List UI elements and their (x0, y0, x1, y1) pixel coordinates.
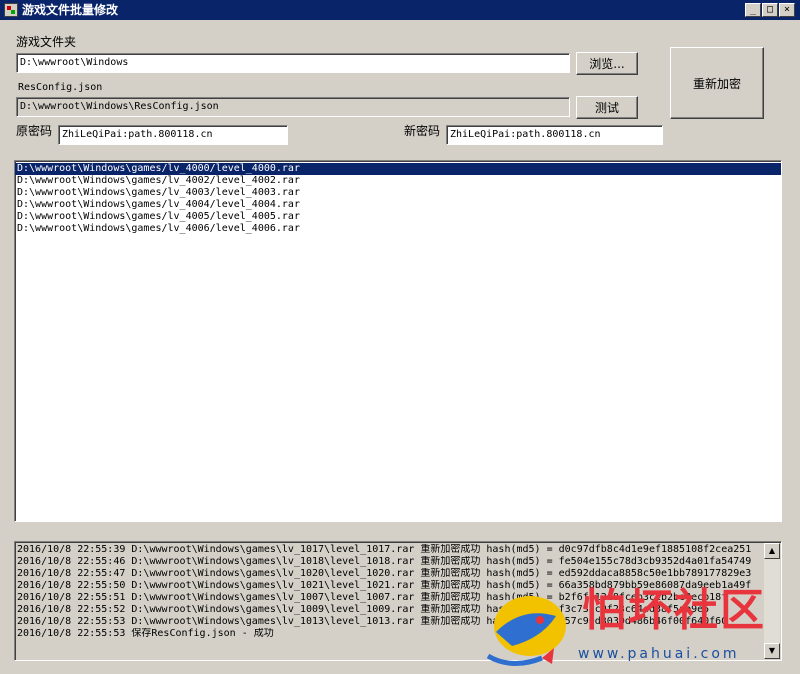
log-line: 2016/10/8 22:55:50 D:\wwwroot\Windows\ga… (17, 580, 752, 591)
maximize-button[interactable]: □ (762, 3, 778, 17)
folder-label: 游戏文件夹 (16, 35, 77, 49)
log-line: 2016/10/8 22:55:52 D:\wwwroot\Windows\ga… (17, 604, 710, 615)
new-password-label: 新密码 (404, 124, 441, 138)
log-line: 2016/10/8 22:55:53 保存ResConfig.json - 成功 (17, 628, 274, 639)
app-icon (4, 3, 18, 17)
old-password-input[interactable]: ZhiLeQiPai:path.800118.cn (58, 125, 288, 145)
scroll-down-arrow-icon[interactable]: ▼ (764, 643, 780, 659)
log-line: 2016/10/8 22:55:39 D:\wwwroot\Windows\ga… (17, 544, 752, 555)
window-title: 游戏文件批量修改 (22, 3, 119, 17)
log-line: 2016/10/8 22:55:51 D:\wwwroot\Windows\ga… (17, 592, 728, 603)
scroll-up-arrow-icon[interactable]: ▲ (764, 543, 780, 559)
list-item[interactable]: D:\wwwroot\Windows\games/lv_4002/level_4… (15, 175, 781, 187)
title-bar: 游戏文件批量修改 _ □ × (0, 0, 800, 20)
test-button[interactable]: 测试 (576, 96, 638, 119)
log-line: 2016/10/8 22:55:53 D:\wwwroot\Windows\ga… (17, 616, 728, 627)
file-listbox[interactable]: D:\wwwroot\Windows\games/lv_4000/level_4… (14, 160, 782, 522)
new-password-input[interactable]: ZhiLeQiPai:path.800118.cn (446, 125, 663, 145)
list-item[interactable]: D:\wwwroot\Windows\games/lv_4003/level_4… (15, 187, 781, 199)
list-item[interactable]: D:\wwwroot\Windows\games/lv_4006/level_4… (15, 223, 781, 235)
log-line: 2016/10/8 22:55:47 D:\wwwroot\Windows\ga… (17, 568, 752, 579)
minimize-button[interactable]: _ (745, 3, 761, 17)
list-item[interactable]: D:\wwwroot\Windows\games/lv_4004/level_4… (15, 199, 781, 211)
folder-input[interactable]: D:\wwwroot\Windows (16, 53, 570, 73)
close-button[interactable]: × (779, 3, 795, 17)
list-item[interactable]: D:\wwwroot\Windows\games/lv_4005/level_4… (15, 211, 781, 223)
config-path-field: D:\wwwroot\Windows\ResConfig.json (16, 97, 570, 117)
log-textbox[interactable]: 2016/10/8 22:55:39 D:\wwwroot\Windows\ga… (14, 541, 782, 661)
log-scrollbar[interactable]: ▲ ▼ (764, 543, 780, 659)
config-label: ResConfig.json (18, 82, 103, 93)
old-password-label: 原密码 (16, 124, 53, 138)
log-line: 2016/10/8 22:55:46 D:\wwwroot\Windows\ga… (17, 556, 752, 567)
reencrypt-button[interactable]: 重新加密 (670, 47, 764, 119)
browse-button[interactable]: 浏览... (576, 52, 638, 75)
list-item[interactable]: D:\wwwroot\Windows\games/lv_4000/level_4… (15, 163, 781, 175)
